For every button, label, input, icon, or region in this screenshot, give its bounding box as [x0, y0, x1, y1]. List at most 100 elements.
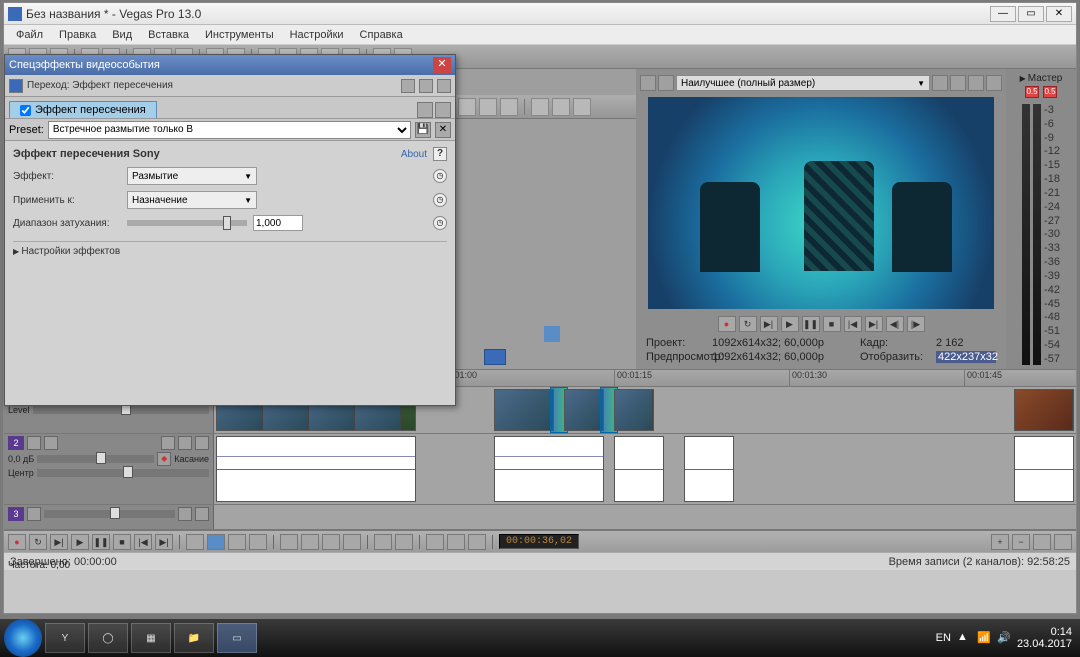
preview-snapshot-icon[interactable]	[968, 75, 984, 91]
track-automation-icon[interactable]	[44, 436, 58, 450]
autocross-icon[interactable]	[322, 534, 340, 550]
trimmer-btn-icon[interactable]	[479, 98, 497, 116]
tray-network-icon[interactable]: 📶	[977, 631, 991, 645]
go-start-button[interactable]: |◀	[844, 316, 862, 332]
tray-volume-icon[interactable]: 🔊	[997, 631, 1011, 645]
track-record-icon[interactable]	[195, 436, 209, 450]
video-clip[interactable]	[494, 389, 554, 431]
zoom-in-icon[interactable]: +	[991, 534, 1009, 550]
fx-apply-select[interactable]: Назначение	[127, 191, 257, 209]
fx-close-button[interactable]: ✕	[433, 57, 451, 73]
stop-button[interactable]: ■	[113, 534, 131, 550]
tray-clock[interactable]: 0:14 23.04.2017	[1017, 626, 1072, 650]
autoripple-icon[interactable]	[343, 534, 361, 550]
trimmer-prev-icon[interactable]	[487, 326, 503, 342]
trimmer-end-icon[interactable]	[582, 326, 598, 342]
trimmer-next-icon[interactable]	[563, 326, 579, 342]
master-clip-right[interactable]: 0.5	[1043, 86, 1057, 98]
tool-icon[interactable]	[426, 534, 444, 550]
fx-remove-icon[interactable]	[435, 102, 451, 118]
titlebar[interactable]: Без названия * - Vegas Pro 13.0 — ▭ ✕	[4, 3, 1076, 25]
taskbar[interactable]: Y ◯ ▦ 📁 ▭ EN ▲ 📶 🔊 0:14 23.04.2017	[0, 619, 1080, 657]
fx-add-icon[interactable]	[417, 102, 433, 118]
play-start-button[interactable]: ▶|	[760, 316, 778, 332]
zoom-out-icon[interactable]: −	[1012, 534, 1030, 550]
trimmer-stop-icon[interactable]	[544, 326, 560, 342]
play-start-button[interactable]: ▶|	[50, 534, 68, 550]
fx-bypass-icon[interactable]	[437, 79, 451, 93]
fx-keyframe-icon[interactable]: ◷	[433, 216, 447, 230]
loop-button[interactable]: ↻	[29, 534, 47, 550]
preview-external-icon[interactable]	[658, 75, 674, 91]
taskbar-app-icon[interactable]: ▦	[131, 623, 171, 653]
quantize-icon[interactable]	[301, 534, 319, 550]
fx-split-icon[interactable]	[419, 79, 433, 93]
video-clip[interactable]	[1014, 389, 1074, 431]
menu-tools[interactable]: Инструменты	[197, 29, 282, 41]
track-volume-slider[interactable]	[37, 455, 154, 463]
fx-delete-preset-icon[interactable]: ✕	[435, 122, 451, 138]
taskbar-yandex-icon[interactable]: Y	[45, 623, 85, 653]
menu-help[interactable]: Справка	[352, 29, 411, 41]
trimmer-pause-icon[interactable]	[525, 326, 541, 342]
tray-lang[interactable]: EN	[936, 632, 951, 644]
trimmer-clip-icon[interactable]	[484, 349, 506, 365]
preview-screen[interactable]	[648, 97, 994, 309]
fx-dialog[interactable]: Спецэффекты видеособытия ✕ Переход: Эффе…	[4, 54, 456, 406]
fx-range-input[interactable]	[253, 215, 303, 231]
fx-save-preset-icon[interactable]: 💾	[415, 122, 431, 138]
fx-keyframe-icon[interactable]: ◷	[433, 193, 447, 207]
fx-tab[interactable]: Эффект пересечения	[9, 101, 157, 118]
track-mute-icon[interactable]	[178, 507, 192, 521]
record-button[interactable]: ●	[718, 316, 736, 332]
track-volume-slider[interactable]	[44, 510, 175, 518]
audio-clip[interactable]	[1014, 436, 1074, 502]
taskbar-obs-icon[interactable]: ◯	[88, 623, 128, 653]
tool-icon[interactable]	[468, 534, 486, 550]
fx-preset-select[interactable]: Встречное размытие только В	[48, 121, 411, 139]
record-button[interactable]: ●	[8, 534, 26, 550]
play-button[interactable]: ▶	[71, 534, 89, 550]
fx-range-slider[interactable]	[127, 220, 247, 226]
track-level-slider[interactable]	[33, 406, 209, 414]
video-clip[interactable]	[614, 389, 654, 431]
fx-effect-select[interactable]: Размытие	[127, 167, 257, 185]
track-header[interactable]: 2 0,0 дБ ◆ Касание Центр	[4, 434, 214, 504]
fx-dialog-titlebar[interactable]: Спецэффекты видеособытия ✕	[5, 55, 455, 75]
marker-icon[interactable]	[395, 534, 413, 550]
preview-fx-icon[interactable]	[986, 75, 1002, 91]
zoom-fit-icon[interactable]	[1054, 534, 1072, 550]
preview-device-icon[interactable]	[640, 75, 656, 91]
audio-clip[interactable]	[614, 436, 664, 502]
menu-options[interactable]: Настройки	[282, 29, 352, 41]
fx-keyframe-icon[interactable]: ◷	[433, 169, 447, 183]
menu-edit[interactable]: Правка	[51, 29, 104, 41]
fx-expand-settings[interactable]: Настройки эффектов	[13, 241, 447, 261]
snap-icon[interactable]	[280, 534, 298, 550]
normal-edit-icon[interactable]	[186, 534, 204, 550]
zoom-edit-icon[interactable]	[228, 534, 246, 550]
fx-help-icon[interactable]: ?	[433, 147, 447, 161]
track-header[interactable]: 3	[4, 505, 214, 529]
minimize-button[interactable]: —	[990, 6, 1016, 22]
envelope-edit-icon[interactable]	[249, 534, 267, 550]
trimmer-btn-icon[interactable]	[573, 98, 591, 116]
pause-button[interactable]: ❚❚	[92, 534, 110, 550]
trimmer-btn-icon[interactable]	[500, 98, 518, 116]
preview-quality-select[interactable]: Наилучшее (полный размер)	[676, 75, 930, 91]
track-solo-icon[interactable]	[195, 507, 209, 521]
timecode-display[interactable]: 00:00:36,02	[499, 534, 579, 549]
tray-flag-icon[interactable]: ▲	[957, 631, 971, 645]
loop-button[interactable]: ↻	[739, 316, 757, 332]
menu-insert[interactable]: Вставка	[140, 29, 197, 41]
prev-frame-button[interactable]: ◀|	[886, 316, 904, 332]
video-clip[interactable]	[564, 389, 604, 431]
go-end-button[interactable]: ▶|	[155, 534, 173, 550]
track-solo-icon[interactable]	[178, 436, 192, 450]
pause-button[interactable]: ❚❚	[802, 316, 820, 332]
taskbar-explorer-icon[interactable]: 📁	[174, 623, 214, 653]
maximize-button[interactable]: ▭	[1018, 6, 1044, 22]
track-fx-icon[interactable]	[27, 436, 41, 450]
taskbar-vegas-icon[interactable]: ▭	[217, 623, 257, 653]
go-end-button[interactable]: ▶|	[865, 316, 883, 332]
